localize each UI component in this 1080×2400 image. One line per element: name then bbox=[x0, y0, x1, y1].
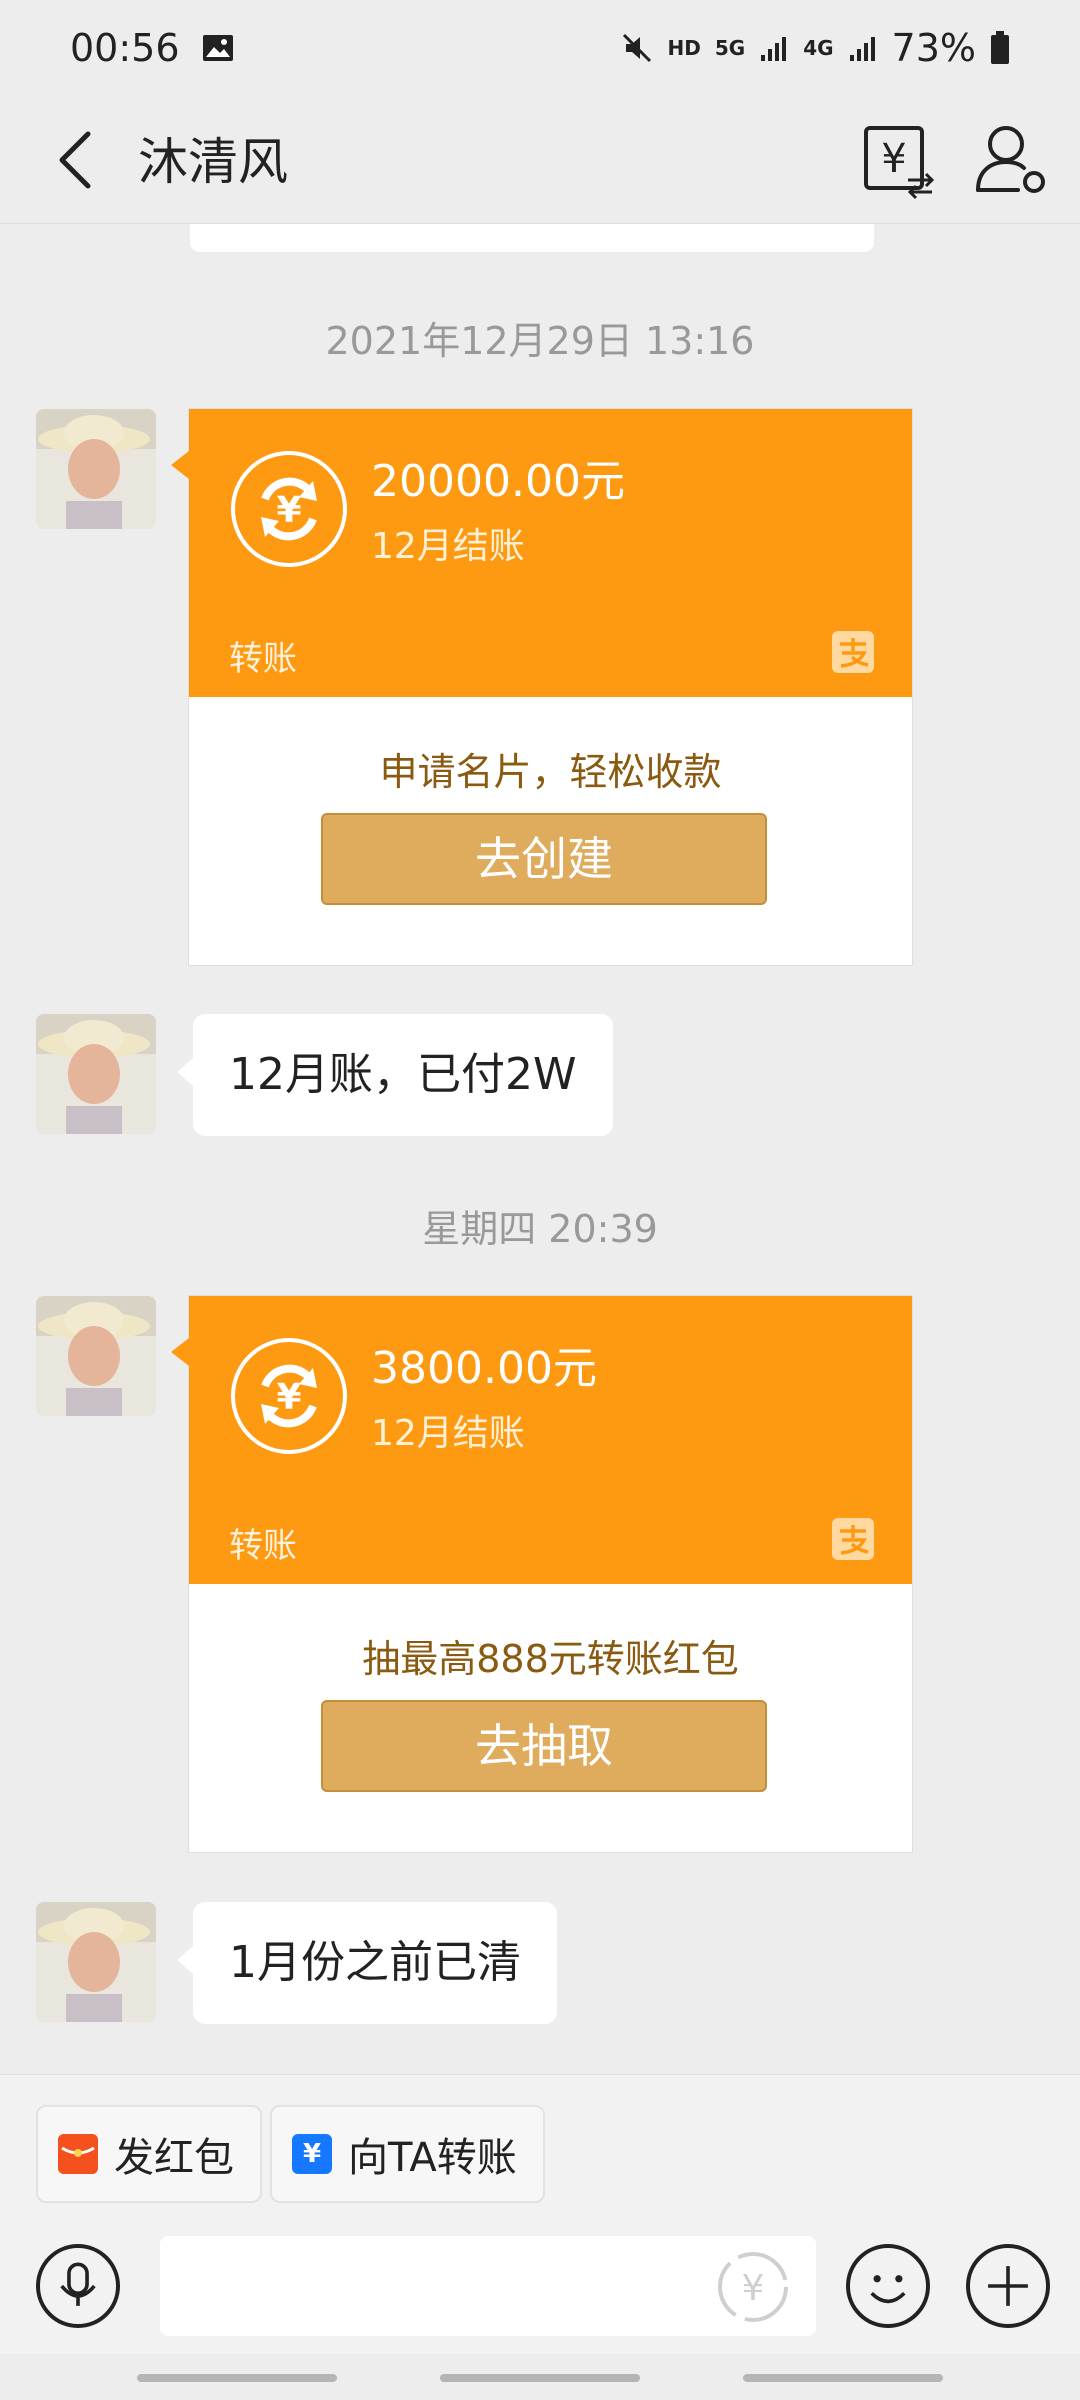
quick-transfer-icon[interactable]: ¥ bbox=[716, 2250, 790, 2324]
status-right: HD 5G 4G 73% bbox=[620, 26, 1011, 70]
add-more-icon[interactable] bbox=[966, 2244, 1050, 2328]
mute-icon bbox=[622, 33, 651, 63]
transfer-memo: 12月结账 bbox=[371, 1413, 525, 1454]
promo-text: 抽最高888元转账红包 bbox=[362, 1637, 739, 1681]
system-navigation-bar bbox=[0, 2354, 1080, 2400]
chat-header: 沐清风 ¥ bbox=[0, 96, 1080, 224]
alipay-logo-icon bbox=[832, 1518, 874, 1560]
battery-percent: 73% bbox=[891, 26, 976, 70]
transfer-type-label: 转账 bbox=[229, 639, 297, 679]
transfer-card[interactable]: ¥ 3800.00元 12月结账 转账 抽最高888元转账红包 去抽取 bbox=[171, 1295, 913, 1853]
signal-icon bbox=[761, 37, 787, 61]
hd-indicator: HD bbox=[667, 36, 701, 60]
signal-4g-label: 4G bbox=[803, 36, 834, 60]
svg-text:¥: ¥ bbox=[276, 1377, 301, 1418]
back-arrow-icon[interactable] bbox=[50, 124, 110, 196]
red-packet-icon bbox=[58, 2134, 98, 2174]
message-input-field[interactable]: ¥ bbox=[160, 2236, 816, 2336]
create-card-button[interactable]: 去创建 bbox=[321, 813, 767, 905]
promo-text: 申请名片，轻松收款 bbox=[379, 750, 722, 794]
image-notification-icon bbox=[202, 35, 233, 61]
alipay-logo-icon bbox=[832, 631, 874, 673]
transfer-to-ta-button[interactable]: ¥ 向TA转账 bbox=[270, 2105, 545, 2203]
contact-avatar[interactable] bbox=[36, 409, 156, 529]
timestamp-separator: 2021年12月29日 13:16 bbox=[325, 319, 755, 363]
svg-text:¥: ¥ bbox=[742, 2268, 765, 2309]
transfer-card-promo: 申请名片，轻松收款 去创建 bbox=[189, 697, 912, 965]
previous-message-bubble bbox=[190, 224, 874, 252]
nav-handle[interactable] bbox=[440, 2374, 640, 2382]
red-packet-button[interactable]: 发红包 bbox=[36, 2105, 262, 2203]
voice-input-icon[interactable] bbox=[36, 2244, 120, 2328]
transfer-icon: ¥ bbox=[292, 2134, 332, 2174]
transfer-memo: 12月结账 bbox=[371, 526, 525, 567]
text-message-bubble[interactable]: 12月账，已付2W bbox=[177, 1014, 613, 1136]
chat-area[interactable]: 2021年12月29日 13:16 ¥ 20000.00元 12月结账 转账 申… bbox=[0, 224, 1080, 2074]
timestamp-separator: 星期四 20:39 bbox=[422, 1207, 658, 1251]
battery-icon bbox=[991, 31, 1009, 64]
transfer-yuan-icon: ¥ bbox=[231, 451, 347, 567]
contact-avatar[interactable] bbox=[36, 1296, 156, 1416]
text-message-bubble[interactable]: 1月份之前已清 bbox=[177, 1902, 557, 2024]
status-bar: 00:56 HD 5G 4G 73% bbox=[0, 0, 1080, 96]
nav-handle[interactable] bbox=[137, 2374, 337, 2382]
transfer-card[interactable]: ¥ 20000.00元 12月结账 转账 申请名片，轻松收款 去创建 bbox=[171, 408, 913, 966]
chat-title: 沐清风 bbox=[138, 133, 288, 191]
transfer-to-ta-label: 向TA转账 bbox=[348, 2135, 517, 2181]
contact-avatar[interactable] bbox=[36, 1014, 156, 1134]
transfer-amount: 20000.00元 bbox=[371, 456, 625, 507]
red-packet-label: 发红包 bbox=[114, 2135, 234, 2181]
status-time: 00:56 bbox=[70, 26, 180, 70]
lucky-draw-button[interactable]: 去抽取 bbox=[321, 1700, 767, 1792]
transfer-yuan-icon: ¥ bbox=[231, 1338, 347, 1454]
nav-handle[interactable] bbox=[743, 2374, 943, 2382]
transfer-card-promo: 抽最高888元转账红包 去抽取 bbox=[189, 1584, 912, 1852]
contact-avatar[interactable] bbox=[36, 1902, 156, 2022]
transfer-card-header[interactable]: ¥ 3800.00元 12月结账 转账 bbox=[171, 1296, 912, 1584]
signal-5g-label: 5G bbox=[714, 36, 746, 60]
transfer-record-icon[interactable]: ¥ bbox=[852, 114, 942, 204]
svg-text:¥: ¥ bbox=[881, 136, 906, 182]
emoji-icon[interactable] bbox=[846, 2244, 930, 2328]
signal-icon-2 bbox=[849, 37, 875, 61]
transfer-amount: 3800.00元 bbox=[371, 1343, 597, 1394]
transfer-type-label: 转账 bbox=[229, 1526, 297, 1566]
profile-settings-icon[interactable] bbox=[966, 114, 1056, 204]
input-bar: ¥ bbox=[0, 2224, 1080, 2354]
svg-text:¥: ¥ bbox=[276, 490, 301, 531]
quick-action-bar: 发红包 ¥ 向TA转账 bbox=[0, 2074, 1080, 2224]
transfer-card-header[interactable]: ¥ 20000.00元 12月结账 转账 bbox=[171, 409, 912, 697]
